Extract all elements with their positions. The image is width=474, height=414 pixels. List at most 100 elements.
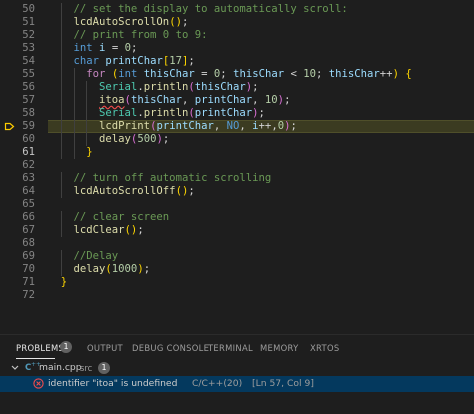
code-token: ; bbox=[188, 55, 195, 67]
code-line[interactable]: 55 for (int thisChar = 0; thisChar < 10;… bbox=[0, 68, 474, 81]
line-number: 57 bbox=[22, 94, 35, 106]
code-token: } bbox=[60, 276, 68, 288]
code-line[interactable]: 59 lcdPrint(printChar, NO, i++,0); bbox=[0, 120, 474, 133]
code-token: () bbox=[169, 16, 182, 28]
line-number: 53 bbox=[22, 42, 35, 54]
code-line[interactable]: 64 lcdAutoScrollOff(); bbox=[0, 185, 474, 198]
tab-output[interactable]: OUTPUT bbox=[87, 343, 123, 353]
code-text: // set the display to automatically scro… bbox=[48, 3, 348, 16]
code-token: ; bbox=[162, 133, 170, 145]
tab-debug-console[interactable]: DEBUG CONSOLE bbox=[132, 343, 209, 353]
code-token: ++ bbox=[379, 68, 393, 80]
problems-count-badge: 1 bbox=[60, 341, 72, 353]
code-line[interactable]: 62 bbox=[0, 159, 474, 172]
code-line[interactable]: 60 delay(500); bbox=[0, 133, 474, 146]
code-line[interactable]: 65 bbox=[0, 198, 474, 211]
code-token: char bbox=[73, 55, 100, 67]
code-text: lcdPrint(printChar, NO, i++,0); bbox=[48, 120, 297, 133]
code-line[interactable]: 68 bbox=[0, 237, 474, 250]
code-line[interactable]: 71 } bbox=[0, 276, 474, 289]
code-text: } bbox=[48, 276, 67, 289]
code-text: Serial.println(printChar); bbox=[48, 107, 265, 120]
code-token: ; bbox=[316, 68, 329, 80]
code-token: delay bbox=[73, 263, 106, 275]
line-number: 68 bbox=[22, 237, 35, 249]
code-token: printChar bbox=[194, 94, 253, 106]
code-token: Serial bbox=[99, 81, 138, 93]
code-line[interactable]: 61 } bbox=[0, 146, 474, 159]
code-token: println bbox=[143, 107, 189, 119]
code-line[interactable]: 70 delay(1000); bbox=[0, 263, 474, 276]
code-text: lcdClear(); bbox=[48, 224, 144, 237]
problem-location: [Ln 57, Col 9] bbox=[252, 378, 314, 389]
code-text: //Delay bbox=[48, 250, 119, 263]
code-line[interactable]: 72 bbox=[0, 289, 474, 302]
code-line[interactable]: 57 itoa(thisChar, printChar, 10); bbox=[0, 94, 474, 107]
code-token: , bbox=[181, 94, 195, 106]
code-token: printChar bbox=[105, 55, 163, 67]
tab-memory[interactable]: MEMORY bbox=[260, 343, 299, 353]
code-line[interactable]: 69 //Delay bbox=[0, 250, 474, 263]
code-token: lcdPrint bbox=[99, 120, 151, 132]
line-number: 69 bbox=[22, 250, 35, 262]
tab-terminal[interactable]: TERMINAL bbox=[208, 343, 253, 353]
line-number: 52 bbox=[22, 29, 35, 41]
line-number: 51 bbox=[22, 16, 35, 28]
code-token: ; bbox=[258, 107, 265, 119]
file-problem-count-badge: 1 bbox=[98, 362, 110, 374]
code-line[interactable]: 53 int i = 0; bbox=[0, 42, 474, 55]
code-line[interactable]: 50 // set the display to automatically s… bbox=[0, 3, 474, 16]
problem-item[interactable]: identifier "itoa" is undefined C/C++(20)… bbox=[0, 376, 474, 392]
line-number: 59 bbox=[22, 120, 35, 132]
line-number: 65 bbox=[22, 198, 35, 210]
code-token: //Delay bbox=[73, 250, 119, 262]
code-token: ; bbox=[181, 16, 189, 28]
code-token: lcdClear bbox=[73, 224, 125, 236]
code-line[interactable]: 58 Serial.println(printChar); bbox=[0, 107, 474, 120]
code-token: , bbox=[239, 120, 253, 132]
code-line[interactable]: 67 lcdClear(); bbox=[0, 224, 474, 237]
code-token: // print from 0 to 9: bbox=[73, 29, 208, 41]
code-token: int bbox=[118, 68, 138, 80]
code-token: ; bbox=[252, 81, 259, 93]
tab-problems[interactable]: PROBLEMS bbox=[16, 343, 64, 353]
code-token: () bbox=[175, 185, 189, 197]
code-token: < bbox=[284, 68, 304, 80]
code-token: 10 bbox=[303, 68, 316, 80]
code-text: itoa(thisChar, printChar, 10); bbox=[48, 94, 290, 107]
code-line[interactable]: 66 // clear screen bbox=[0, 211, 474, 224]
line-number: 61 bbox=[22, 146, 35, 158]
code-line[interactable]: 52 // print from 0 to 9: bbox=[0, 29, 474, 42]
code-token: , bbox=[252, 94, 265, 106]
code-token: ++ bbox=[258, 120, 272, 132]
code-token: printChar bbox=[194, 107, 253, 119]
tab-xrtos[interactable]: XRTOS bbox=[310, 343, 339, 353]
code-editor[interactable]: 50 // set the display to automatically s… bbox=[0, 0, 474, 305]
code-line[interactable]: 63 // turn off automatic scrolling bbox=[0, 172, 474, 185]
code-token: , bbox=[213, 120, 227, 132]
code-token: 10 bbox=[264, 94, 278, 106]
problem-file-group[interactable]: C ++ main.cpp src 1 bbox=[0, 360, 474, 376]
code-text: for (int thisChar = 0; thisChar < 10; th… bbox=[48, 68, 411, 81]
code-line[interactable]: 56 Serial.println(thisChar); bbox=[0, 81, 474, 94]
code-line[interactable]: 54 char printChar[17]; bbox=[0, 55, 474, 68]
code-line[interactable]: 51 lcdAutoScrollOn(); bbox=[0, 16, 474, 29]
code-token: } bbox=[86, 146, 93, 158]
code-text: } bbox=[48, 146, 93, 159]
code-token: println bbox=[143, 81, 189, 93]
code-token: ; bbox=[137, 224, 144, 236]
